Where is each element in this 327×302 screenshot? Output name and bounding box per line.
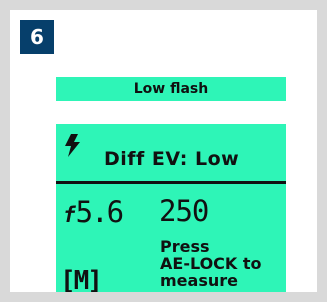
aperture-prefix: f: [63, 203, 76, 227]
exposure-mode-indicator: [M]: [60, 266, 103, 292]
flash-bolt-icon: [65, 134, 80, 157]
instruction-panel: 6 Low flash Diff EV: Low f5.6 250 [M] Pr…: [0, 0, 327, 302]
message-line-3: measure: [160, 271, 238, 290]
diff-ev-text: Diff EV: Low: [104, 148, 240, 170]
aperture-readout: f5.6: [63, 195, 124, 229]
lcd-status-row: Diff EV: Low: [56, 124, 286, 184]
lcd-exposure-row: f5.6 250 [M] Press AE-LOCK to measure: [56, 184, 286, 292]
message-line-2: AE-LOCK to: [160, 254, 262, 273]
shutter-speed-value: 250: [159, 194, 209, 228]
instruction-message: Press AE-LOCK to measure: [160, 238, 262, 289]
camera-lcd-display: Diff EV: Low f5.6 250 [M] Press AE-LOCK …: [56, 124, 286, 292]
step-number-badge: 6: [20, 20, 54, 54]
flash-status-bar: Low flash: [56, 77, 286, 101]
aperture-value: 5.6: [75, 195, 124, 229]
message-line-1: Press: [160, 237, 210, 256]
